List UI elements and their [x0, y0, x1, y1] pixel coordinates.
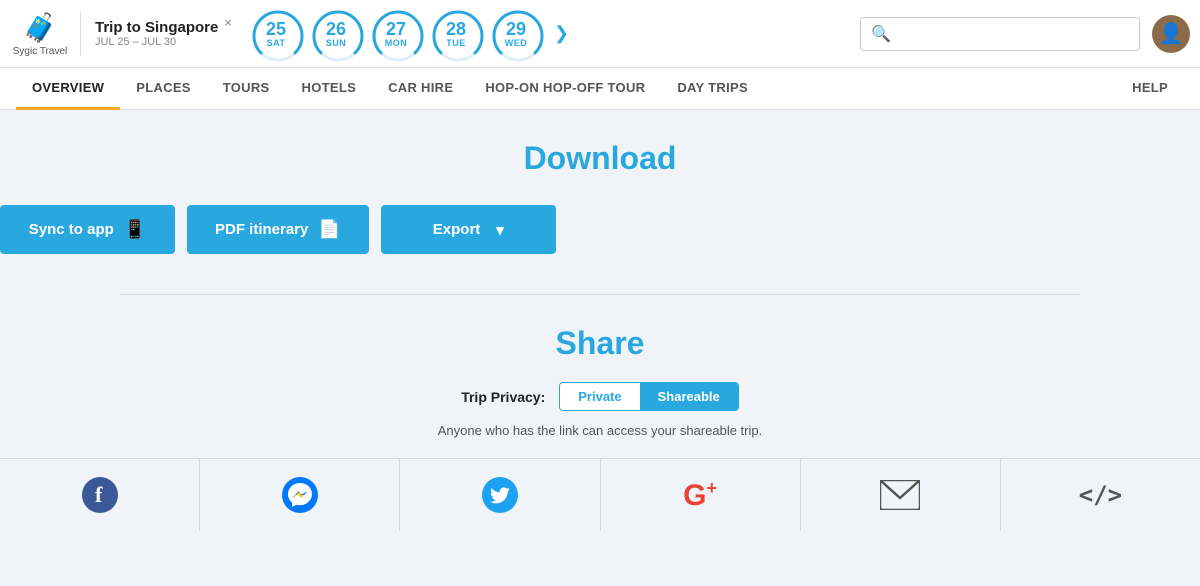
day-circle-tue[interactable]: 28 TUE	[430, 8, 482, 60]
private-button[interactable]: Private	[560, 383, 639, 410]
download-buttons: Sync to app 📱 PDF itinerary 📄 Export ▾	[0, 205, 1200, 254]
phone-icon: 📱	[124, 219, 146, 240]
brand: 🧳 Sygic Travel	[10, 11, 80, 57]
trip-privacy-label: Trip Privacy:	[461, 389, 545, 405]
embed-icon: </>	[1079, 481, 1122, 509]
brand-icon: 🧳	[23, 11, 58, 44]
days-navigation: 25 SAT 26 SUN 27 MON 28 TUE	[240, 8, 860, 60]
search-icon: 🔍	[871, 24, 891, 44]
facebook-share-button[interactable]: f	[0, 459, 200, 531]
nav-tab-places[interactable]: PLACES	[120, 68, 207, 110]
embed-share-button[interactable]: </>	[1001, 459, 1200, 531]
avatar[interactable]: 👤	[1152, 15, 1190, 53]
day-label: SAT	[267, 38, 286, 48]
day-circle-sun[interactable]: 26 SUN	[310, 8, 362, 60]
privacy-toggle[interactable]: Private Shareable	[559, 382, 739, 411]
export-label: Export	[433, 221, 481, 238]
share-description: Anyone who has the link can access your …	[0, 423, 1200, 438]
day-num: 28	[446, 20, 466, 38]
avatar-image: 👤	[1159, 21, 1184, 46]
day-circle-sat[interactable]: 25 SAT	[250, 8, 302, 60]
social-icons-row: f ⚡ G+	[0, 458, 1200, 531]
nav-tab-hotels[interactable]: HOTELS	[286, 68, 373, 110]
pdf-label: PDF itinerary	[215, 221, 308, 238]
twitter-icon	[482, 477, 518, 513]
share-section: Share Trip Privacy: Private Shareable An…	[0, 325, 1200, 531]
search-input[interactable]	[897, 26, 1129, 42]
export-chevron-icon: ▾	[496, 221, 504, 239]
messenger-share-button[interactable]: ⚡	[200, 459, 400, 531]
day-num: 29	[506, 20, 526, 38]
header: 🧳 Sygic Travel × Trip to Singapore JUL 2…	[0, 0, 1200, 68]
close-button[interactable]: ×	[224, 15, 232, 30]
twitter-share-button[interactable]	[400, 459, 600, 531]
days-nav-arrow[interactable]: ❯	[550, 23, 573, 44]
day-label: MON	[385, 38, 408, 48]
day-label: WED	[505, 38, 528, 48]
day-label: TUE	[446, 38, 466, 48]
day-num: 25	[266, 20, 286, 38]
pdf-itinerary-button[interactable]: PDF itinerary 📄	[187, 205, 369, 254]
trip-info: × Trip to Singapore JUL 25 – JUL 30	[80, 11, 240, 56]
download-section: Download Sync to app 📱 PDF itinerary 📄 E…	[0, 140, 1200, 284]
day-label: SUN	[326, 38, 347, 48]
email-icon	[880, 480, 920, 510]
search-bar[interactable]: 🔍	[860, 17, 1140, 51]
sync-to-app-button[interactable]: Sync to app 📱	[0, 205, 175, 254]
nav-tab-car-hire[interactable]: CAR HIRE	[372, 68, 469, 110]
nav-tab-hop-on-hop-off-tour[interactable]: HOP-ON HOP-OFF TOUR	[469, 68, 661, 110]
download-title: Download	[0, 140, 1200, 177]
brand-label: Sygic Travel	[13, 46, 67, 57]
email-share-button[interactable]	[801, 459, 1001, 531]
pdf-icon: 📄	[318, 219, 340, 240]
sync-label: Sync to app	[29, 221, 114, 238]
trip-title: Trip to Singapore	[95, 19, 226, 36]
nav-tab-tours[interactable]: TOURS	[207, 68, 286, 110]
day-circle-mon[interactable]: 27 MON	[370, 8, 422, 60]
day-circle-wed[interactable]: 29 WED	[490, 8, 542, 60]
google-plus-icon: G+	[683, 478, 717, 513]
day-num: 26	[326, 20, 346, 38]
shareable-button[interactable]: Shareable	[640, 383, 738, 410]
facebook-icon: f	[82, 477, 118, 513]
messenger-icon: ⚡	[282, 477, 318, 513]
nav-tab-overview[interactable]: OVERVIEW	[16, 68, 120, 110]
nav-tab-day-trips[interactable]: DAY TRIPS	[661, 68, 764, 110]
svg-text:f: f	[95, 482, 103, 507]
nav-tab-help[interactable]: HELP	[1116, 68, 1184, 110]
section-divider	[120, 294, 1080, 295]
export-button[interactable]: Export ▾	[381, 205, 556, 254]
main-content: Download Sync to app 📱 PDF itinerary 📄 E…	[0, 110, 1200, 586]
day-num: 27	[386, 20, 406, 38]
share-title: Share	[0, 325, 1200, 362]
privacy-row: Trip Privacy: Private Shareable	[0, 382, 1200, 411]
google-plus-share-button[interactable]: G+	[601, 459, 801, 531]
nav-tabs: OVERVIEWPLACESTOURSHOTELSCAR HIREHOP-ON …	[0, 68, 1200, 110]
trip-dates: JUL 25 – JUL 30	[95, 36, 226, 48]
